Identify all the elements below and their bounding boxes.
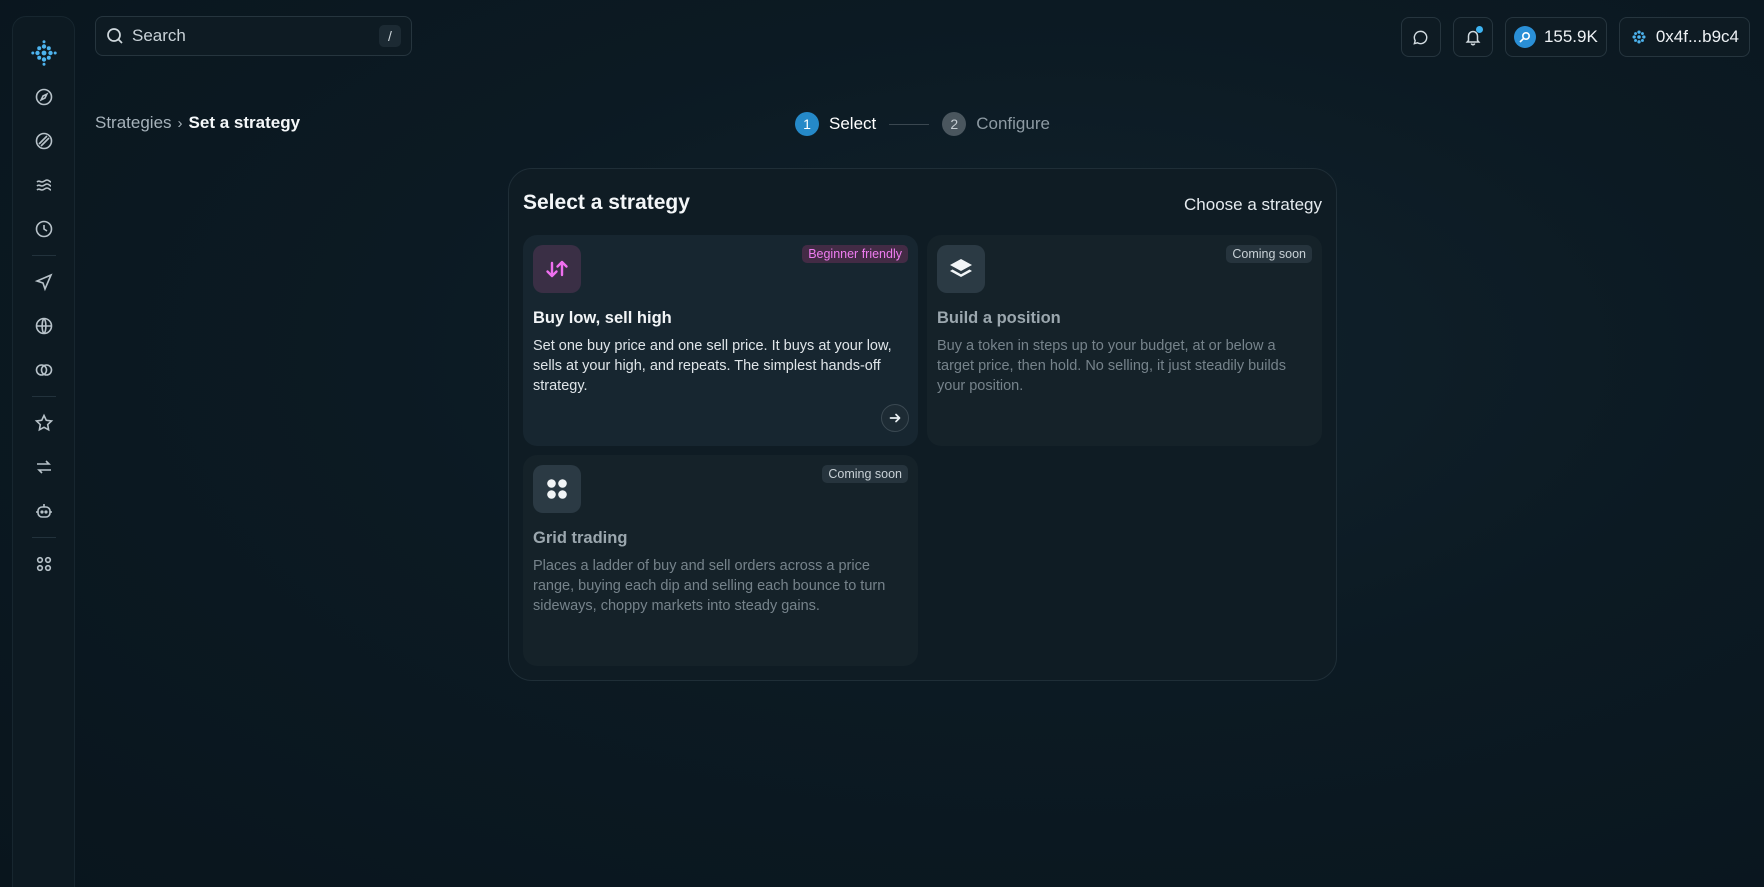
slash-circle-icon[interactable]: [26, 123, 62, 159]
chat-button[interactable]: [1400, 17, 1441, 57]
step-select[interactable]: 1 Select: [795, 112, 876, 136]
breadcrumb: Strategies › Set a strategy: [95, 113, 300, 133]
token-icon: [1513, 26, 1536, 48]
breadcrumb-strategies-link[interactable]: Strategies: [95, 113, 172, 133]
card-description: Set one buy price and one sell price. It…: [533, 338, 892, 394]
step-number: 1: [795, 112, 819, 136]
clock-icon[interactable]: [26, 211, 62, 247]
step-label: Configure: [976, 114, 1050, 133]
layers-icon: [937, 245, 985, 293]
card-title: Buy low, sell high: [533, 309, 672, 327]
balance-value: 155.9K: [1543, 27, 1598, 46]
notification-dot: [1475, 26, 1483, 33]
swap-icon[interactable]: [26, 449, 62, 485]
breadcrumb-separator: ›: [177, 114, 183, 132]
top-actions: 155.9K 0x4f...b9c4: [1400, 17, 1750, 57]
card-description: Buy a token in steps up to your budget, …: [937, 338, 1286, 394]
card-title: Grid trading: [533, 529, 628, 547]
step-connector: [889, 123, 930, 125]
wallet-address: 0x4f...b9c4: [1655, 27, 1739, 46]
balance-button[interactable]: 155.9K: [1504, 17, 1607, 57]
search-input[interactable]: [132, 26, 379, 46]
strategy-panel: Select a strategy Choose a strategy Begi…: [508, 168, 1337, 681]
coins-icon[interactable]: [26, 352, 62, 388]
search-icon: [106, 27, 124, 45]
wallet-button[interactable]: 0x4f...b9c4: [1618, 17, 1750, 57]
waves-icon[interactable]: [26, 167, 62, 203]
search-shortcut-key: /: [379, 25, 401, 47]
send-icon[interactable]: [26, 264, 62, 300]
strategy-card-build-position: Coming soon Build a position Buy a token…: [927, 235, 1322, 446]
grid-icon: [533, 465, 581, 513]
stepper: 1 Select 2 Configure: [795, 112, 1050, 136]
beginner-badge: Beginner friendly: [802, 245, 908, 263]
step-configure[interactable]: 2 Configure: [942, 112, 1050, 136]
compass-icon[interactable]: [26, 79, 62, 115]
robot-icon[interactable]: [26, 493, 62, 529]
card-description: Places a ladder of buy and sell orders a…: [533, 558, 886, 614]
card-title: Build a position: [937, 309, 1061, 327]
logo-icon[interactable]: [26, 35, 62, 71]
chat-icon: [1412, 29, 1429, 46]
strategy-card-buy-low-sell-high[interactable]: Beginner friendly Buy low, sell high Set…: [523, 235, 918, 446]
step-label: Select: [829, 114, 877, 133]
globe-icon[interactable]: [26, 308, 62, 344]
search-bar[interactable]: /: [95, 16, 412, 56]
strategy-card-grid-trading: Coming soon Grid trading Places a ladder…: [523, 455, 918, 666]
panel-subtitle: Choose a strategy: [1184, 195, 1322, 214]
notifications-button[interactable]: [1452, 17, 1493, 57]
wallet-logo-icon: [1630, 28, 1648, 46]
apps-icon[interactable]: [26, 546, 62, 582]
panel-title: Select a strategy: [523, 191, 690, 214]
coming-soon-badge: Coming soon: [822, 465, 908, 483]
step-number: 2: [942, 112, 967, 136]
arrows-up-down-icon: [533, 245, 581, 293]
breadcrumb-current: Set a strategy: [188, 113, 301, 132]
sidebar-divider: [31, 537, 56, 538]
sidebar-divider: [31, 255, 56, 256]
sidebar-divider: [31, 396, 56, 397]
arrow-right-icon[interactable]: [881, 404, 909, 432]
star-icon[interactable]: [26, 405, 62, 441]
coming-soon-badge: Coming soon: [1226, 245, 1312, 263]
sidebar: [12, 16, 75, 887]
